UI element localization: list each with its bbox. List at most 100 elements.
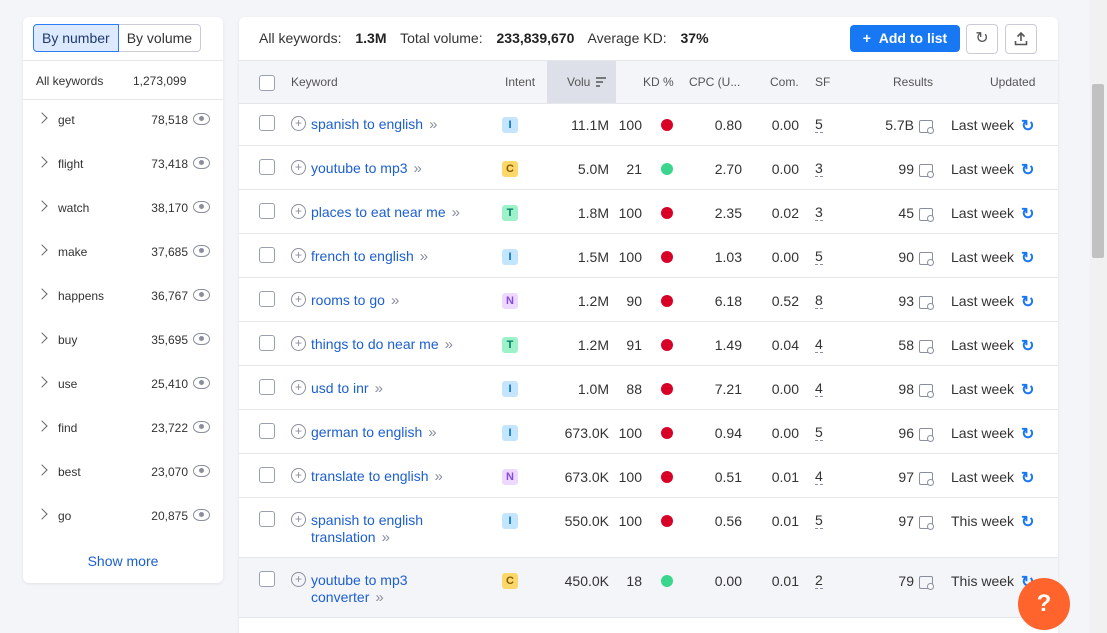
row-checkbox[interactable] — [259, 203, 275, 219]
keyword-link[interactable]: spanish to english translation » — [311, 512, 423, 546]
keyword-overview-icon[interactable]: » — [382, 529, 390, 546]
chevron-right-icon[interactable] — [36, 112, 48, 124]
keyword-overview-icon[interactable]: » — [429, 116, 437, 133]
keyword-overview-icon[interactable]: » — [452, 204, 460, 221]
serp-preview-icon[interactable] — [919, 576, 934, 590]
add-keyword-icon[interactable]: + — [291, 336, 306, 351]
add-keyword-icon[interactable]: + — [291, 468, 306, 483]
add-keyword-icon[interactable]: + — [291, 248, 306, 263]
refresh-row-icon[interactable]: ↻ — [1021, 204, 1034, 224]
col-competition[interactable]: Com. — [770, 75, 799, 89]
keyword-link[interactable]: german to english » — [311, 424, 437, 441]
keyword-overview-icon[interactable]: » — [391, 292, 399, 309]
serp-preview-icon[interactable] — [919, 428, 934, 442]
sidebar-item[interactable]: watch 38,170 — [23, 188, 223, 232]
col-results[interactable]: Results — [893, 75, 933, 89]
keyword-overview-icon[interactable]: » — [435, 468, 443, 485]
add-keyword-icon[interactable]: + — [291, 572, 306, 587]
keyword-overview-icon[interactable]: » — [428, 424, 436, 441]
eye-icon[interactable] — [193, 157, 210, 169]
help-button[interactable]: ? — [1018, 578, 1070, 630]
keyword-overview-icon[interactable]: » — [375, 589, 383, 606]
all-keywords-row[interactable]: All keywords 1,273,099 — [23, 60, 223, 100]
serp-preview-icon[interactable] — [919, 384, 934, 398]
chevron-right-icon[interactable] — [36, 376, 48, 388]
keyword-link[interactable]: spanish to english » — [311, 116, 437, 133]
sidebar-item[interactable]: use 25,410 — [23, 364, 223, 408]
keyword-link[interactable]: usd to inr » — [311, 380, 383, 397]
add-keyword-icon[interactable]: + — [291, 292, 306, 307]
table-row[interactable]: + translate to english » N 673.0K 100 0.51 0.01… — [239, 454, 1058, 498]
by-volume-tab[interactable]: By volume — [118, 24, 202, 52]
table-row[interactable]: + rooms to go » N 1.2M 90 6.18 0.52 8 93 Last week… — [239, 278, 1058, 322]
sort-descending-icon[interactable] — [595, 76, 607, 88]
chevron-right-icon[interactable] — [36, 332, 48, 344]
row-checkbox[interactable] — [259, 379, 275, 395]
row-checkbox[interactable] — [259, 423, 275, 439]
col-updated[interactable]: Updated — [990, 75, 1035, 89]
refresh-row-icon[interactable]: ↻ — [1021, 512, 1034, 532]
export-button[interactable] — [1005, 24, 1037, 54]
add-keyword-icon[interactable]: + — [291, 512, 306, 527]
serp-features-count[interactable]: 4 — [815, 381, 823, 397]
table-row[interactable]: + german to english » I 673.0K 100 0.94 0.00 5 96… — [239, 410, 1058, 454]
eye-icon[interactable] — [193, 201, 210, 213]
chevron-right-icon[interactable] — [36, 288, 48, 300]
eye-icon[interactable] — [193, 465, 210, 477]
chevron-right-icon[interactable] — [36, 200, 48, 212]
serp-features-count[interactable]: 4 — [815, 469, 823, 485]
serp-features-count[interactable]: 2 — [815, 573, 823, 589]
row-checkbox[interactable] — [259, 115, 275, 131]
row-checkbox[interactable] — [259, 247, 275, 263]
keyword-overview-icon[interactable]: » — [414, 160, 422, 177]
refresh-row-icon[interactable]: ↻ — [1021, 380, 1034, 400]
sidebar-item[interactable]: find 23,722 — [23, 408, 223, 452]
chevron-right-icon[interactable] — [36, 244, 48, 256]
keyword-link[interactable]: places to eat near me » — [311, 204, 460, 221]
add-keyword-icon[interactable]: + — [291, 116, 306, 131]
col-cpc[interactable]: CPC (U... — [689, 75, 740, 89]
serp-features-count[interactable]: 3 — [815, 205, 823, 221]
keyword-link[interactable]: rooms to go » — [311, 292, 399, 309]
table-row[interactable]: + spanish to english translation » I 550.0K 10… — [239, 498, 1058, 558]
keyword-link[interactable]: youtube to mp3 converter » — [311, 572, 408, 606]
keyword-link[interactable]: translate to english » — [311, 468, 443, 485]
eye-icon[interactable] — [193, 113, 210, 125]
refresh-row-icon[interactable]: ↻ — [1021, 424, 1034, 444]
keyword-link[interactable]: youtube to mp3 » — [311, 160, 422, 177]
serp-features-count[interactable]: 5 — [815, 117, 823, 133]
add-keyword-icon[interactable]: + — [291, 204, 306, 219]
refresh-button[interactable]: ↻ — [966, 24, 998, 54]
serp-preview-icon[interactable] — [919, 296, 934, 310]
row-checkbox[interactable] — [259, 571, 275, 587]
row-checkbox[interactable] — [259, 291, 275, 307]
sidebar-item[interactable]: make 37,685 — [23, 232, 223, 276]
serp-preview-icon[interactable] — [919, 472, 934, 486]
serp-preview-icon[interactable] — [919, 120, 934, 134]
keyword-overview-icon[interactable]: » — [445, 336, 453, 353]
add-keyword-icon[interactable]: + — [291, 424, 306, 439]
sidebar-item[interactable]: go 20,875 — [23, 496, 223, 540]
serp-preview-icon[interactable] — [919, 208, 934, 222]
eye-icon[interactable] — [193, 333, 210, 345]
serp-features-count[interactable]: 8 — [815, 293, 823, 309]
table-row[interactable]: + places to eat near me » T 1.8M 100 2.35 0.02 3… — [239, 190, 1058, 234]
col-serp-features[interactable]: SF — [815, 75, 830, 89]
col-intent[interactable]: Intent — [505, 75, 535, 89]
add-to-list-button[interactable]: + Add to list — [850, 25, 960, 52]
serp-preview-icon[interactable] — [919, 340, 934, 354]
row-checkbox[interactable] — [259, 467, 275, 483]
row-checkbox[interactable] — [259, 159, 275, 175]
keyword-overview-icon[interactable]: » — [375, 380, 383, 397]
eye-icon[interactable] — [193, 245, 210, 257]
sidebar-item[interactable]: best 23,070 — [23, 452, 223, 496]
eye-icon[interactable] — [193, 289, 210, 301]
eye-icon[interactable] — [193, 509, 210, 521]
serp-features-count[interactable]: 4 — [815, 337, 823, 353]
refresh-row-icon[interactable]: ↻ — [1021, 248, 1034, 268]
serp-features-count[interactable]: 5 — [815, 513, 823, 529]
keyword-link[interactable]: french to english » — [311, 248, 428, 265]
refresh-row-icon[interactable]: ↻ — [1021, 160, 1034, 180]
refresh-row-icon[interactable]: ↻ — [1021, 468, 1034, 488]
serp-preview-icon[interactable] — [919, 516, 934, 530]
